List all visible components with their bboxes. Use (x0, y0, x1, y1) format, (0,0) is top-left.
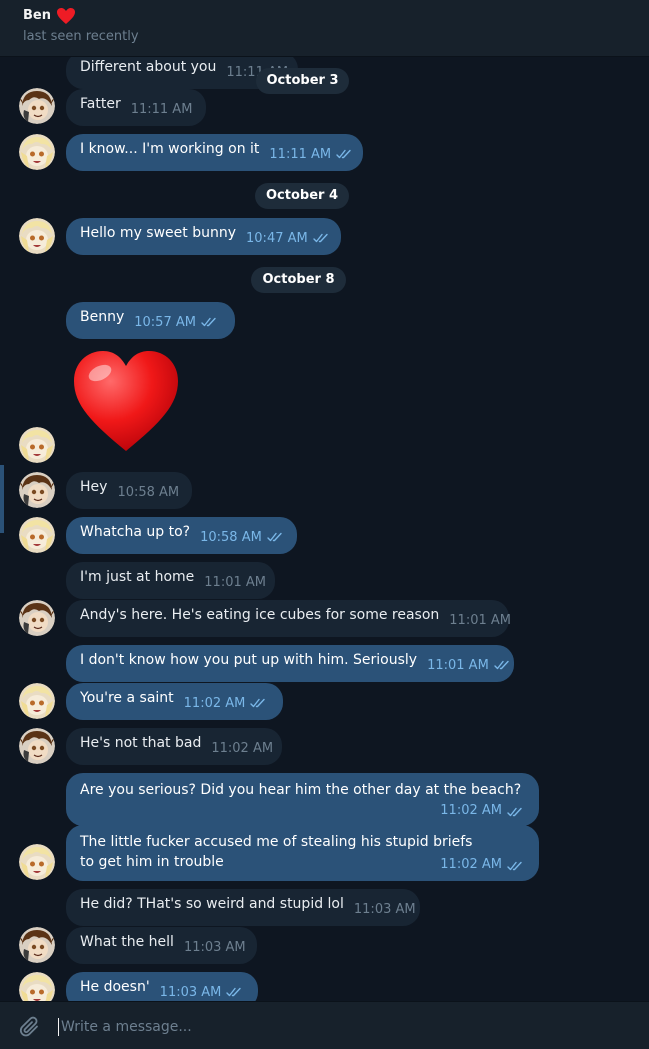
message-time: 11:03 AM (183, 940, 246, 955)
message-text: I know... I'm working on it (80, 141, 260, 157)
message-text: Are you serious? Did you hear him the ot… (80, 782, 522, 798)
selected-row-indicator (0, 465, 4, 533)
message-bubble[interactable]: Are you serious? Did you hear him the ot… (66, 773, 539, 826)
message-bubble[interactable]: I know... I'm working on it 11:11 AM (66, 134, 363, 171)
message-bubble[interactable]: Benny 10:57 AM (66, 302, 235, 339)
message-bubble[interactable]: He doesn' 11:03 AM (66, 972, 258, 1001)
message-bubble[interactable]: What the hell 11:03 AM (66, 927, 257, 964)
contact-status: last seen recently (23, 29, 139, 44)
message-time: 10:57 AM (134, 315, 196, 330)
message-time: 11:03 AM (159, 985, 222, 1000)
message-time: 11:01 AM (204, 575, 266, 590)
message-bubble[interactable]: I'm just at home 11:01 AM (66, 562, 275, 599)
message-text: Hey (80, 479, 108, 495)
avatar-me[interactable] (19, 517, 55, 553)
avatar-me[interactable] (19, 844, 55, 880)
message-text: What the hell (80, 934, 174, 950)
message-input[interactable] (61, 1014, 621, 1040)
read-checks-icon (507, 861, 525, 871)
message-time: 11:01 AM (449, 613, 511, 628)
paperclip-icon[interactable] (18, 1015, 42, 1039)
message-text: I'm just at home (80, 569, 195, 585)
compose-bar (0, 1001, 649, 1049)
read-checks-icon (336, 149, 354, 159)
message-bubble[interactable]: You're a saint 11:02 AM (66, 683, 283, 720)
avatar-ben[interactable] (19, 600, 55, 636)
message-time: 11:02 AM (211, 741, 274, 756)
message-text: Different about you (80, 59, 217, 75)
chat-header[interactable]: Ben last seen recently (0, 0, 649, 57)
message-time: 10:47 AM (246, 231, 308, 246)
avatar-ben[interactable] (19, 927, 55, 963)
message-text: Hello my sweet bunny (80, 225, 237, 241)
read-checks-icon (267, 532, 285, 542)
avatar-me[interactable] (19, 218, 55, 254)
message-time: 11:02 AM (440, 857, 502, 872)
read-checks-icon (250, 698, 268, 708)
message-time: 11:11 AM (269, 147, 332, 162)
message-text: You're a saint (80, 690, 174, 706)
read-checks-icon (494, 660, 512, 670)
message-text: Benny (80, 309, 125, 325)
message-time: 11:01 AM (427, 658, 489, 673)
text-cursor (58, 1018, 59, 1036)
avatar-me[interactable] (19, 427, 55, 463)
message-time: 11:02 AM (440, 803, 502, 818)
date-divider: October 3 (256, 68, 349, 94)
avatar-me[interactable] (19, 972, 55, 1001)
avatar-ben[interactable] (19, 472, 55, 508)
avatar-ben[interactable] (19, 728, 55, 764)
message-time: 11:03 AM (353, 902, 416, 917)
read-checks-icon (226, 987, 244, 997)
message-time: 10:58 AM (117, 485, 180, 500)
message-time: 11:11 AM (130, 102, 193, 117)
message-bubble[interactable]: Fatter 11:11 AM (66, 89, 206, 126)
contact-name: Ben (23, 8, 51, 23)
message-text: Andy's here. He's eating ice cubes for s… (80, 607, 440, 623)
message-bubble[interactable]: Andy's here. He's eating ice cubes for s… (66, 600, 511, 637)
message-list[interactable]: Different about you 11:11 AM October 3 Fa… (0, 57, 649, 1001)
heart-sticker-icon[interactable] (70, 347, 182, 455)
message-time: 11:02 AM (183, 696, 246, 711)
date-divider: October 8 (251, 267, 346, 293)
heart-emoji-icon (56, 8, 75, 24)
read-checks-icon (313, 233, 331, 243)
date-divider: October 4 (255, 183, 349, 209)
message-text: I don't know how you put up with him. Se… (80, 652, 418, 668)
message-bubble[interactable]: Hey 10:58 AM (66, 472, 192, 509)
message-text: Fatter (80, 96, 121, 112)
message-text: Whatcha up to? (80, 524, 191, 540)
message-text: He did? THat's so weird and stupid lol (80, 896, 344, 912)
avatar-me[interactable] (19, 134, 55, 170)
message-time: 10:58 AM (200, 530, 262, 545)
message-text: He doesn' (80, 979, 150, 995)
message-text: He's not that bad (80, 735, 202, 751)
read-checks-icon (201, 317, 219, 327)
message-bubble[interactable]: Whatcha up to? 10:58 AM (66, 517, 297, 554)
message-bubble[interactable]: The little fucker accused me of stealing… (66, 825, 539, 881)
avatar-me[interactable] (19, 683, 55, 719)
avatar-ben[interactable] (19, 88, 55, 124)
message-bubble[interactable]: He did? THat's so weird and stupid lol 11… (66, 889, 420, 926)
contact-name-row: Ben (23, 6, 649, 26)
message-bubble[interactable]: Hello my sweet bunny 10:47 AM (66, 218, 341, 255)
message-bubble[interactable]: I don't know how you put up with him. Se… (66, 645, 514, 682)
read-checks-icon (507, 807, 525, 817)
message-bubble[interactable]: He's not that bad 11:02 AM (66, 728, 282, 765)
